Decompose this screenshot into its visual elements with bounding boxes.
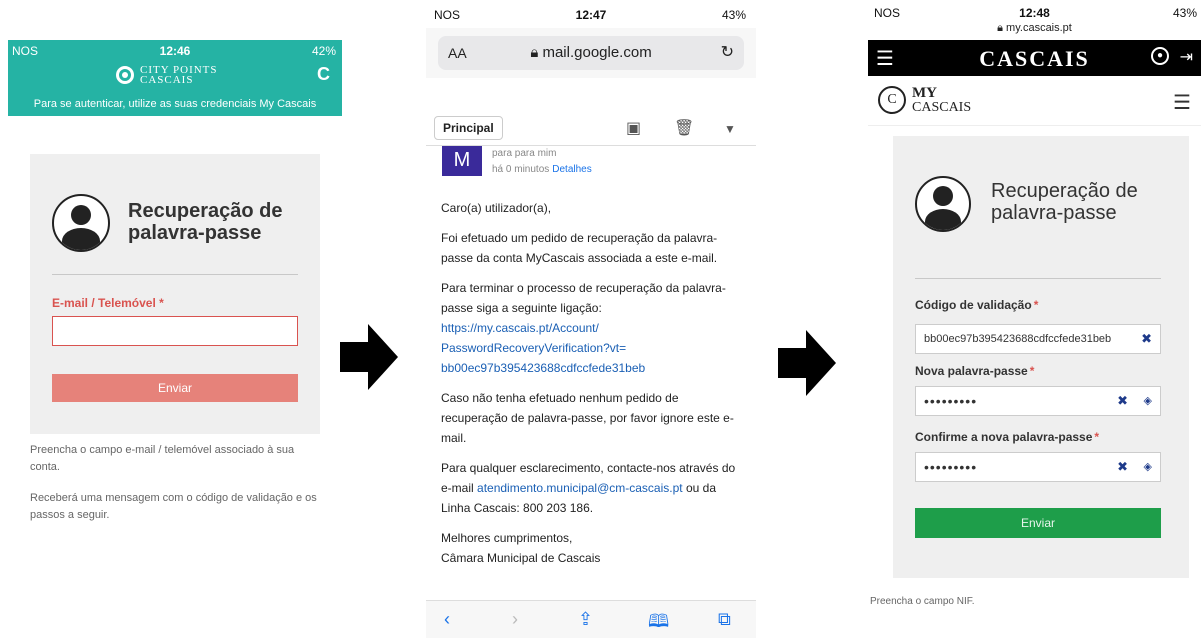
- app-header: NOS 12:46 42% CITY POINTS CASCAIS C Para…: [8, 40, 342, 116]
- reset-card: Recuperação de palavra-passe Código de v…: [893, 136, 1189, 578]
- page-url: 🔒︎ my.cascais.pt: [997, 22, 1072, 34]
- back-icon[interactable]: ‹: [444, 609, 450, 630]
- recovery-link[interactable]: https://my.cascais.pt/Account/PasswordRe…: [441, 321, 645, 375]
- confirm-password-value: •••••••••: [924, 459, 978, 475]
- validation-code-label: Código de validação *: [915, 298, 1039, 312]
- paragraph-2: Para terminar o processo de recuperação …: [441, 281, 726, 375]
- paragraph-3: Caso não tenha efetuado nenhum pedido de…: [441, 391, 734, 445]
- status-bar: NOS 12:48 43%: [868, 6, 1201, 22]
- city-points-recovery-screen: NOS 12:46 42% CITY POINTS CASCAIS C Para…: [8, 40, 342, 560]
- eye-slash-icon[interactable]: ◈: [1144, 394, 1152, 407]
- chevron-down-icon[interactable]: ▼: [724, 122, 736, 136]
- battery-level: 43%: [721, 8, 746, 22]
- browser-url-bar: AA 🔒︎ mail.google.com ↻: [426, 28, 756, 78]
- user-avatar-icon: [915, 176, 971, 232]
- logo-ring-icon: [116, 66, 134, 84]
- divider: [52, 274, 298, 275]
- greeting: Caro(a) utilizador(a),: [441, 201, 552, 215]
- reload-icon[interactable]: ↻: [721, 42, 734, 62]
- my-cascais-bar: C MY CASCAIS ☰: [868, 76, 1201, 126]
- message-time: há 0 minutos Detalhes: [492, 164, 592, 175]
- recovery-card: Recuperação de palavra-passe E-mail / Te…: [30, 154, 320, 434]
- back-to-folder-button[interactable]: Principal: [434, 116, 503, 140]
- logo-line-2: CASCAIS: [140, 74, 194, 86]
- recipient-text: para para mim: [492, 148, 557, 159]
- signature: Melhores cumprimentos, Câmara Municipal d…: [441, 531, 601, 565]
- new-password-value: •••••••••: [924, 393, 978, 409]
- clear-icon[interactable]: ✖: [1117, 393, 1128, 409]
- lock-icon: 🔒︎: [997, 22, 1003, 34]
- eye-slash-icon[interactable]: ◈: [1144, 460, 1152, 473]
- forward-icon[interactable]: ›: [512, 609, 518, 630]
- mail-toolbar: Principal ▣ 🗑︎ ▼: [426, 110, 756, 146]
- status-time: 12:48: [1019, 6, 1050, 20]
- side-menu-icon[interactable]: ☰: [1173, 90, 1191, 115]
- top-nav: ☰ CASCAIS ● ⇥: [868, 40, 1201, 76]
- submit-button[interactable]: Enviar: [915, 508, 1161, 538]
- refresh-icon[interactable]: C: [317, 64, 330, 85]
- address-field[interactable]: AA 🔒︎ mail.google.com ↻: [438, 36, 744, 70]
- paragraph-4: Para qualquer esclarecimento, contacte-n…: [441, 461, 736, 515]
- new-password-label: Nova palavra-passe *: [915, 364, 1035, 378]
- carrier-label: NOS: [874, 6, 901, 20]
- details-link[interactable]: Detalhes: [552, 164, 591, 175]
- tabs-icon[interactable]: ⧉: [718, 609, 731, 630]
- help-text: Preencha o campo NIF.: [870, 596, 975, 607]
- help-text-1: Preencha o campo e-mail / telemóvel asso…: [30, 444, 295, 473]
- user-avatar-icon: [52, 194, 110, 252]
- validation-code-input[interactable]: bb00ec97b395423688cdfccfede31beb ✖: [915, 324, 1161, 354]
- flow-arrow-icon: [778, 330, 836, 396]
- carrier-label: NOS: [434, 8, 461, 22]
- my-cascais-logo-icon: C: [878, 86, 906, 114]
- page-title: Recuperação de palavra-passe: [128, 200, 283, 244]
- clear-icon[interactable]: ✖: [1117, 459, 1128, 475]
- share-icon[interactable]: ⇪: [578, 609, 593, 630]
- trash-icon[interactable]: 🗑︎: [674, 118, 694, 138]
- paragraph-1: Foi efetuado um pedido de recuperação da…: [441, 231, 718, 265]
- divider: [915, 278, 1161, 279]
- status-time: 12:46: [159, 44, 191, 58]
- battery-level: 43%: [1172, 6, 1197, 20]
- auth-note: Para se autenticar, utilize as suas cred…: [33, 98, 317, 110]
- my-cascais-logo-text: MY CASCAIS: [912, 85, 972, 115]
- status-bar: NOS 12:46 42%: [8, 44, 342, 60]
- logout-icon[interactable]: ⇥: [1180, 47, 1193, 67]
- battery-level: 42%: [311, 44, 336, 58]
- help-text: Preencha o campo e-mail / telemóvel asso…: [30, 442, 322, 524]
- flow-arrow-icon: [340, 324, 398, 390]
- status-bar: NOS 12:47 43%: [426, 8, 756, 24]
- city-points-logo: CITY POINTS CASCAIS: [116, 64, 218, 86]
- user-account-icon[interactable]: ●: [1151, 47, 1169, 65]
- help-text-2: Receberá uma mensagem com o código de va…: [30, 492, 317, 521]
- email-phone-input[interactable]: [52, 316, 298, 346]
- carrier-label: NOS: [12, 44, 39, 58]
- confirm-password-label: Confirme a nova palavra-passe *: [915, 430, 1100, 444]
- clear-icon[interactable]: ✖: [1141, 331, 1152, 347]
- email-phone-label: E-mail / Telemóvel *: [52, 296, 164, 310]
- validation-code-value: bb00ec97b395423688cdfccfede31beb: [924, 333, 1112, 345]
- new-password-input[interactable]: ••••••••• ✖ ◈: [915, 386, 1161, 416]
- email-screen: NOS 12:47 43% AA 🔒︎ mail.google.com ↻ Pr…: [426, 0, 756, 638]
- support-email-link[interactable]: atendimento.municipal@cm-cascais.pt: [477, 481, 683, 495]
- page-title: Recuperação de palavra-passe: [991, 180, 1138, 224]
- submit-button[interactable]: Enviar: [52, 374, 298, 402]
- lock-icon: 🔒︎: [530, 44, 539, 61]
- sender-avatar: M: [442, 146, 482, 176]
- archive-icon[interactable]: ▣: [626, 118, 641, 138]
- email-body: Caro(a) utilizador(a), Foi efetuado um p…: [441, 198, 743, 578]
- my-cascais-reset-screen: NOS 12:48 43% 🔒︎ my.cascais.pt ☰ CASCAIS…: [868, 0, 1201, 638]
- status-time: 12:47: [575, 8, 607, 22]
- bookmarks-icon[interactable]: 🕮︎: [648, 609, 669, 638]
- browser-bottom-bar: ‹ › ⇪ 🕮︎ ⧉: [426, 600, 756, 638]
- confirm-password-input[interactable]: ••••••••• ✖ ◈: [915, 452, 1161, 482]
- url-text: mail.google.com: [542, 44, 652, 61]
